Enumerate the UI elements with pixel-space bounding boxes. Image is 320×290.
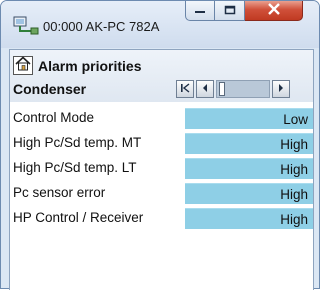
alarm-priority-list: Control Mode Low High Pc/Sd temp. MT Hig… (10, 108, 313, 233)
window-controls (185, 1, 303, 23)
row-label: High Pc/Sd temp. LT (13, 160, 137, 175)
row-label: Control Mode (13, 110, 95, 125)
app-window: 00:000 AK-PC 782A Alarm priorities Conde… (0, 0, 320, 290)
home-button[interactable] (13, 55, 33, 76)
previous-icon (200, 80, 210, 98)
close-button[interactable] (245, 1, 303, 21)
title-bar[interactable]: 00:000 AK-PC 782A (1, 1, 319, 48)
list-item: Control Mode Low (10, 108, 313, 129)
first-page-button[interactable] (176, 80, 194, 98)
network-monitor-icon (13, 15, 39, 35)
list-item: High Pc/Sd temp. MT High (10, 133, 313, 154)
maximize-icon (224, 2, 236, 20)
maximize-button[interactable] (215, 1, 245, 21)
next-icon (276, 80, 286, 98)
next-page-button[interactable] (272, 80, 290, 98)
window-title: 00:000 AK-PC 782A (43, 19, 160, 34)
row-label: High Pc/Sd temp. MT (13, 135, 142, 150)
priority-value[interactable]: High (185, 158, 313, 179)
close-icon (267, 2, 281, 20)
previous-page-button[interactable] (196, 80, 214, 98)
page-slider[interactable] (216, 80, 270, 98)
home-icon (15, 55, 31, 76)
skip-first-icon (180, 80, 190, 98)
priority-value[interactable]: High (185, 183, 313, 204)
priority-value[interactable]: High (185, 208, 313, 229)
priority-value[interactable]: High (185, 133, 313, 154)
content-panel: Alarm priorities Condenser Control Mode … (9, 49, 314, 290)
minimize-button[interactable] (185, 1, 215, 21)
page-slider-thumb[interactable] (219, 82, 225, 96)
row-label: Pc sensor error (13, 185, 106, 200)
row-label: HP Control / Receiver (13, 210, 144, 225)
minimize-icon (194, 2, 206, 20)
page-title: Alarm priorities (38, 58, 142, 74)
section-title: Condenser (13, 81, 87, 97)
list-item: HP Control / Receiver High (10, 208, 313, 229)
list-item: Pc sensor error High (10, 183, 313, 204)
priority-value[interactable]: Low (185, 108, 313, 129)
page-navigation (176, 80, 296, 98)
list-item: High Pc/Sd temp. LT High (10, 158, 313, 179)
page-header: Alarm priorities Condenser (10, 50, 313, 102)
